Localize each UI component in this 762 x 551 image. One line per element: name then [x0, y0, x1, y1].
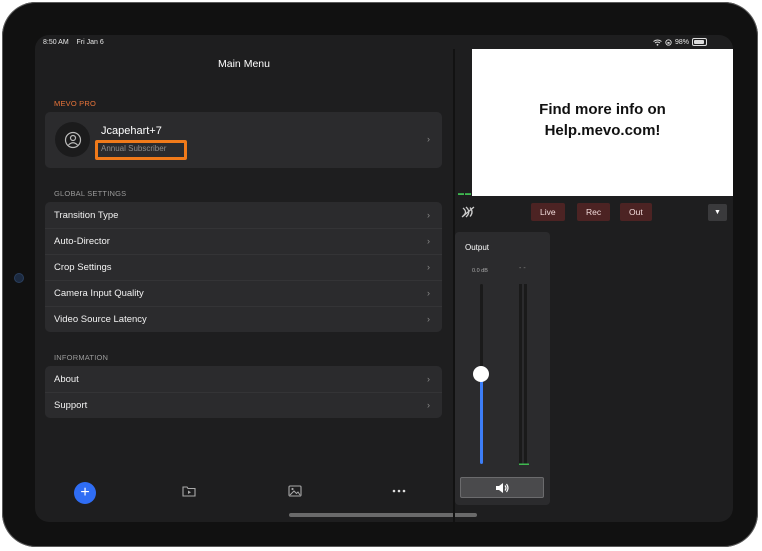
chevron-down-icon[interactable]: ▼: [708, 204, 727, 221]
volume-slider-handle[interactable]: [473, 366, 489, 382]
screen: 8:50 AM Fri Jan 6 98% Main Menu MEVO PRO: [35, 35, 733, 522]
control-bar: Live Rec Out ▼: [455, 199, 733, 225]
chevron-right-icon: ›: [427, 236, 430, 246]
more-icon[interactable]: [391, 483, 407, 499]
video-folder-icon[interactable]: [181, 483, 197, 499]
level-meter-left: [519, 284, 522, 464]
setting-label: Camera Input Quality: [54, 288, 144, 299]
setting-auto-director[interactable]: Auto-Director ›: [45, 228, 442, 255]
volume-slider-fill: [480, 374, 483, 464]
user-icon: [64, 131, 81, 148]
home-indicator: [289, 513, 477, 517]
chevron-right-icon: ›: [427, 134, 430, 144]
level-meter-right: [524, 284, 527, 464]
wifi-icon: [653, 39, 662, 46]
info-about[interactable]: About ›: [45, 366, 442, 393]
rec-button[interactable]: Rec: [577, 203, 611, 221]
page-title: Main Menu: [218, 58, 270, 70]
battery-icon: [692, 38, 707, 46]
setting-label: Crop Settings: [54, 262, 112, 273]
info-label: Support: [54, 400, 88, 411]
setting-camera-input-quality[interactable]: Camera Input Quality ›: [45, 280, 442, 307]
status-icons: 98%: [653, 38, 707, 46]
image-icon[interactable]: [287, 483, 303, 499]
global-settings-label: GLOBAL SETTINGS: [54, 189, 127, 198]
subscription-highlight-box: [95, 140, 187, 160]
speaker-toggle-button[interactable]: [460, 477, 544, 498]
chevron-right-icon: ›: [427, 288, 430, 298]
info-label: About: [54, 374, 79, 385]
information-list: About › Support ›: [45, 366, 442, 418]
plus-icon[interactable]: +: [74, 482, 96, 504]
meter-label: --: [519, 265, 528, 272]
chevron-right-icon: ›: [427, 262, 430, 272]
live-button[interactable]: Live: [531, 203, 565, 221]
gain-readout: 0.0 dB: [472, 268, 488, 274]
setting-video-source-latency[interactable]: Video Source Latency ›: [45, 306, 442, 332]
setting-label: Auto-Director: [54, 236, 110, 247]
mevo-pro-label: MEVO PRO: [54, 99, 97, 108]
main-menu-panel: Main Menu MEVO PRO Jcapehart+7 Annual Su…: [35, 35, 477, 522]
setting-crop-settings[interactable]: Crop Settings ›: [45, 254, 442, 281]
setting-label: Transition Type: [54, 210, 119, 221]
preview-message: Find more info on Help.mevo.com!: [472, 99, 733, 141]
preview-line-2: Help.mevo.com!: [544, 122, 661, 139]
front-camera: [15, 274, 23, 282]
chevron-right-icon: ›: [427, 400, 430, 410]
output-mixer-panel: Output 0.0 dB -- ▬▬: [455, 232, 550, 505]
profile-name: Jcapehart+7: [101, 125, 162, 137]
preview-line-1: Find more info on: [539, 101, 666, 118]
battery-percent: 98%: [674, 38, 689, 46]
profile-card[interactable]: Jcapehart+7 Annual Subscriber ›: [45, 112, 442, 168]
info-support[interactable]: Support ›: [45, 392, 442, 418]
out-button[interactable]: Out: [620, 203, 652, 221]
setting-transition-type[interactable]: Transition Type ›: [45, 202, 442, 229]
output-title: Output: [465, 243, 490, 252]
device-bezel: 8:50 AM Fri Jan 6 98% Main Menu MEVO PRO: [2, 2, 758, 547]
setting-label: Video Source Latency: [54, 314, 147, 325]
audio-level-indicator: ▬▬: [458, 191, 472, 197]
rotation-lock-icon: [665, 38, 672, 46]
speaker-icon: [496, 482, 509, 493]
chevron-right-icon: ›: [427, 314, 430, 324]
chevron-right-icon: ›: [427, 210, 430, 220]
video-preview: Find more info on Help.mevo.com!: [472, 49, 733, 196]
chevron-right-icon: ›: [427, 374, 430, 384]
avatar: [55, 122, 90, 157]
audio-mute-icon[interactable]: [461, 205, 475, 223]
information-label: INFORMATION: [54, 353, 109, 362]
meter-peak-indicator: ▬▬: [519, 461, 529, 467]
global-settings-list: Transition Type › Auto-Director › Crop S…: [45, 202, 442, 332]
